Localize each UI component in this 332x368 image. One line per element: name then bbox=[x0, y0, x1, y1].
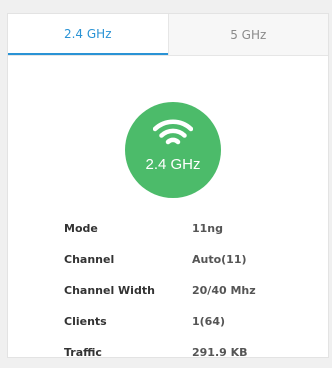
detail-key: Channel bbox=[64, 253, 115, 266]
band-status-circle: 2.4 GHz bbox=[125, 102, 221, 198]
band-label: 2.4 GHz bbox=[145, 156, 201, 173]
detail-value: Auto(11) bbox=[192, 253, 247, 266]
detail-row-channel-width: Channel Width 20/40 Mhz bbox=[64, 275, 304, 306]
detail-key: Channel Width bbox=[64, 284, 155, 297]
detail-row-mode: Mode 11ng bbox=[64, 213, 304, 244]
page-background: 2.4 GHz 5 GHz 2.4 GHz Mode 11ng Channel … bbox=[0, 0, 332, 359]
detail-value: 1(64) bbox=[192, 315, 226, 328]
detail-value: 11ng bbox=[192, 222, 224, 235]
detail-key: Traffic bbox=[64, 346, 102, 359]
detail-row-traffic: Traffic 291.9 KB bbox=[64, 337, 304, 368]
detail-value: 20/40 Mhz bbox=[192, 284, 256, 297]
detail-key: Clients bbox=[64, 315, 107, 328]
detail-key: Mode bbox=[64, 222, 98, 235]
radio-band-card: 2.4 GHz 5 GHz 2.4 GHz Mode 11ng Channel … bbox=[7, 13, 329, 359]
detail-row-clients: Clients 1(64) bbox=[64, 306, 304, 337]
wifi-icon bbox=[153, 119, 193, 145]
tab-5-ghz[interactable]: 5 GHz bbox=[167, 14, 328, 55]
band-tabs: 2.4 GHz 5 GHz bbox=[8, 14, 328, 56]
detail-row-channel: Channel Auto(11) bbox=[64, 244, 304, 275]
detail-value: 291.9 KB bbox=[192, 346, 248, 359]
band-details: Mode 11ng Channel Auto(11) Channel Width… bbox=[64, 213, 304, 368]
tab-2-4-ghz[interactable]: 2.4 GHz bbox=[8, 14, 168, 55]
